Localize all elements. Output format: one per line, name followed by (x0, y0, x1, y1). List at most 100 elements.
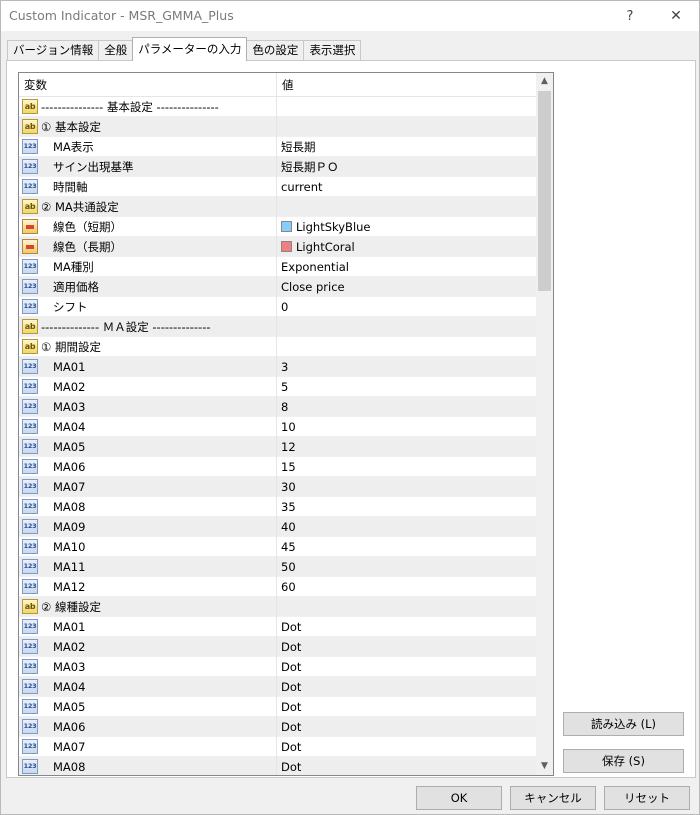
table-row[interactable]: 123 MA08 35 (19, 497, 536, 517)
string-param-icon: ab (22, 319, 38, 334)
close-icon[interactable]: ✕ (654, 1, 698, 31)
numeric-param-icon: 123 (22, 499, 38, 514)
param-value[interactable]: 3 (277, 357, 536, 377)
table-row[interactable]: ab --------------- 基本設定 --------------- (19, 97, 536, 117)
param-value[interactable]: Dot (277, 757, 536, 775)
scroll-up-icon[interactable]: ▲ (536, 73, 553, 90)
column-header-variable[interactable]: 変数 (19, 73, 277, 97)
param-value[interactable]: 0 (277, 297, 536, 317)
table-row[interactable]: 123 MA03 8 (19, 397, 536, 417)
ok-button[interactable]: OK (416, 786, 502, 810)
param-value[interactable]: Dot (277, 677, 536, 697)
param-value[interactable]: 12 (277, 437, 536, 457)
tab-1[interactable]: 全般 (98, 40, 134, 61)
table-row[interactable]: 123 MA種別 Exponential (19, 257, 536, 277)
param-value[interactable]: 60 (277, 577, 536, 597)
table-row[interactable]: 123 MA07 Dot (19, 737, 536, 757)
table-row[interactable]: 123 シフト 0 (19, 297, 536, 317)
table-row[interactable]: ab ① 基本設定 (19, 117, 536, 137)
param-value[interactable]: Dot (277, 737, 536, 757)
param-value[interactable] (277, 337, 536, 357)
table-row[interactable]: 123 MA03 Dot (19, 657, 536, 677)
cancel-button[interactable]: キャンセル (510, 786, 596, 810)
param-value[interactable] (277, 97, 536, 117)
param-value[interactable] (277, 197, 536, 217)
param-name: MA06 (41, 457, 277, 477)
table-row[interactable]: 123 MA10 45 (19, 537, 536, 557)
reset-button[interactable]: リセット (604, 786, 690, 810)
param-name: MA06 (41, 717, 277, 737)
table-row[interactable]: 123 MA08 Dot (19, 757, 536, 775)
table-row[interactable]: 123 MA表示 短長期 (19, 137, 536, 157)
param-value[interactable]: LightSkyBlue (277, 217, 536, 237)
param-value[interactable]: current (277, 177, 536, 197)
table-row[interactable]: 123 MA05 12 (19, 437, 536, 457)
param-value[interactable]: Dot (277, 637, 536, 657)
table-row[interactable]: 123 MA04 10 (19, 417, 536, 437)
param-name: MA01 (41, 617, 277, 637)
param-value[interactable]: 短長期 (277, 137, 536, 157)
param-value[interactable]: 45 (277, 537, 536, 557)
tab-2[interactable]: パラメーターの入力 (132, 37, 248, 61)
param-value[interactable]: 40 (277, 517, 536, 537)
param-value[interactable]: 35 (277, 497, 536, 517)
scroll-down-icon[interactable]: ▼ (536, 758, 553, 775)
param-value[interactable]: 10 (277, 417, 536, 437)
table-row[interactable]: 123 MA05 Dot (19, 697, 536, 717)
table-row[interactable]: 123 MA06 Dot (19, 717, 536, 737)
tab-3[interactable]: 色の設定 (246, 40, 305, 61)
vertical-scrollbar[interactable]: ▲ ▼ (536, 73, 553, 775)
table-row[interactable]: 123 MA02 5 (19, 377, 536, 397)
param-value[interactable]: Dot (277, 657, 536, 677)
table-row[interactable]: 123 MA02 Dot (19, 637, 536, 657)
table-row[interactable]: 123 MA01 3 (19, 357, 536, 377)
tab-bar: バージョン情報 全般 パラメーターの入力 色の設定 表示選択 (7, 37, 362, 61)
string-param-icon: ab (22, 599, 38, 614)
numeric-param-icon: 123 (22, 259, 38, 274)
column-header-value[interactable]: 値 (277, 73, 536, 97)
param-value[interactable] (277, 317, 536, 337)
param-value[interactable]: 短長期ＰＯ (277, 157, 536, 177)
param-value[interactable]: 8 (277, 397, 536, 417)
param-value[interactable] (277, 117, 536, 137)
table-row[interactable]: 線色（短期） LightSkyBlue (19, 217, 536, 237)
param-value[interactable]: 50 (277, 557, 536, 577)
param-value[interactable]: Close price (277, 277, 536, 297)
scrollbar-thumb[interactable] (538, 91, 551, 291)
table-row[interactable]: 線色（長期） LightCoral (19, 237, 536, 257)
table-row[interactable]: 123 適用価格 Close price (19, 277, 536, 297)
help-icon[interactable]: ? (608, 1, 652, 31)
tab-0[interactable]: バージョン情報 (7, 40, 100, 61)
param-value[interactable]: 15 (277, 457, 536, 477)
param-value[interactable]: 5 (277, 377, 536, 397)
table-row[interactable]: ab ② MA共通設定 (19, 197, 536, 217)
numeric-param-icon: 123 (22, 659, 38, 674)
param-value[interactable]: Dot (277, 717, 536, 737)
table-row[interactable]: ab ① 期間設定 (19, 337, 536, 357)
table-row[interactable]: 123 MA04 Dot (19, 677, 536, 697)
save-button[interactable]: 保存 (S) (563, 749, 684, 773)
param-value[interactable]: 30 (277, 477, 536, 497)
param-value[interactable]: Dot (277, 617, 536, 637)
param-value[interactable]: Dot (277, 697, 536, 717)
table-row[interactable]: ab -------------- ＭＡ設定 -------------- (19, 317, 536, 337)
table-row[interactable]: 123 MA11 50 (19, 557, 536, 577)
param-name: 適用価格 (41, 277, 277, 297)
table-row[interactable]: 123 MA06 15 (19, 457, 536, 477)
table-row[interactable]: ab ② 線種設定 (19, 597, 536, 617)
param-value[interactable]: Exponential (277, 257, 536, 277)
table-row[interactable]: 123 MA09 40 (19, 517, 536, 537)
load-button[interactable]: 読み込み (L) (563, 712, 684, 736)
param-name: ① 基本設定 (41, 117, 277, 137)
table-row[interactable]: 123 MA07 30 (19, 477, 536, 497)
param-name: MA表示 (41, 137, 277, 157)
param-value[interactable] (277, 597, 536, 617)
param-value[interactable]: LightCoral (277, 237, 536, 257)
table-row[interactable]: 123 MA12 60 (19, 577, 536, 597)
table-row[interactable]: 123 MA01 Dot (19, 617, 536, 637)
param-name: MA01 (41, 357, 277, 377)
tab-4[interactable]: 表示選択 (303, 40, 362, 61)
table-row[interactable]: 123 時間軸 current (19, 177, 536, 197)
table-row[interactable]: 123 サイン出現基準 短長期ＰＯ (19, 157, 536, 177)
string-param-icon: ab (22, 339, 38, 354)
